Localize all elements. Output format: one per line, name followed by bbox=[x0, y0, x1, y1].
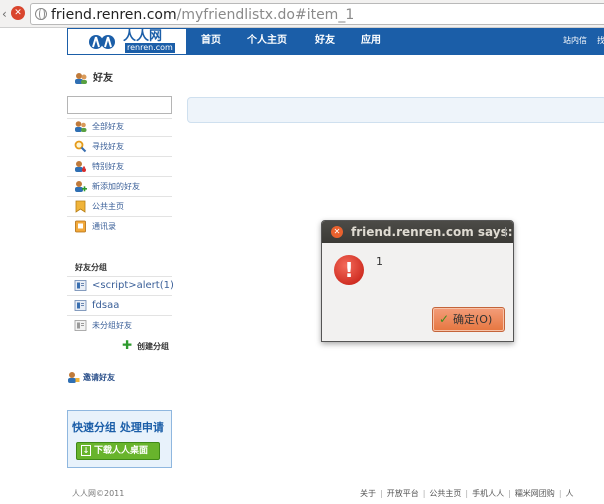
divider bbox=[67, 156, 172, 157]
divider bbox=[67, 196, 172, 197]
desktop-promo-box: 快速分组 处理申请 ↓ 下载人人桌面 bbox=[67, 410, 172, 468]
footer-link-about[interactable]: 关于 bbox=[360, 489, 376, 498]
group-label: fdsaa bbox=[92, 300, 120, 311]
divider bbox=[67, 118, 172, 119]
footer-link-nuomi[interactable]: 糯米网团购 bbox=[515, 489, 555, 498]
renren-logo-icon bbox=[89, 35, 115, 49]
invite-icon bbox=[68, 372, 80, 383]
group-icon bbox=[74, 280, 87, 291]
divider bbox=[67, 136, 172, 137]
url-text: friend.renren.com/myfriendlistx.do#item_… bbox=[51, 6, 354, 24]
dialog-title: friend.renren.com says: bbox=[351, 225, 513, 239]
sidebar-item-label: 特别好友 bbox=[92, 162, 124, 171]
sidebar-item-label: 寻找好友 bbox=[92, 142, 124, 151]
checkmark-icon: ✓ bbox=[439, 312, 450, 326]
group-icon bbox=[74, 300, 87, 311]
resize-grip-icon bbox=[500, 227, 506, 237]
create-group-label: 创建分组 bbox=[137, 342, 169, 351]
content-header-bar bbox=[187, 97, 604, 123]
alert-dialog: ✕ friend.renren.com says: ! 1 ✓ 确定(O) bbox=[321, 220, 514, 342]
address-book-icon bbox=[75, 220, 86, 233]
group-label: <script>alert(1) bbox=[92, 280, 174, 291]
promo-title: 快速分组 处理申请 bbox=[72, 421, 164, 434]
url-path: /myfriendlistx.do#item_1 bbox=[176, 7, 355, 23]
divider bbox=[67, 295, 172, 296]
invite-label: 邀请好友 bbox=[83, 373, 115, 382]
footer-link-more[interactable]: 人 bbox=[566, 489, 574, 498]
divider bbox=[67, 276, 172, 277]
sidebar-item-label: 新添加的好友 bbox=[92, 182, 140, 191]
sidebar-item-label: 通讯录 bbox=[92, 222, 116, 231]
search-icon bbox=[74, 140, 87, 153]
logo-name: 人人网 bbox=[123, 29, 163, 44]
renren-logo[interactable]: 人人网 renren.com bbox=[67, 28, 187, 55]
nav-apps[interactable]: 应用 bbox=[361, 34, 381, 48]
url-host: friend.renren.com bbox=[51, 7, 177, 23]
friends-icon bbox=[75, 73, 87, 84]
nav-profile[interactable]: 个人主页 bbox=[247, 34, 287, 48]
close-icon[interactable]: ✕ bbox=[331, 226, 343, 238]
new-friend-icon bbox=[75, 181, 87, 192]
nav-messages[interactable]: 站内信 bbox=[563, 35, 587, 47]
globe-icon bbox=[35, 8, 47, 20]
footer-link-open-platform[interactable]: 开放平台 bbox=[387, 489, 419, 498]
logo-domain: renren.com bbox=[125, 43, 175, 53]
top-navigation: 人人网 renren.com 首页 个人主页 好友 应用 站内信 找 bbox=[67, 28, 604, 55]
browser-url-bar: ‹ ✕ friend.renren.com/myfriendlistx.do#i… bbox=[0, 0, 604, 28]
footer-links: 关于 | 开放平台 | 公共主页 | 手机人人 | 糯米网团购 | 人 bbox=[360, 488, 604, 500]
stop-icon[interactable]: ✕ bbox=[11, 6, 25, 20]
group-section-title: 好友分组 bbox=[75, 263, 107, 272]
footer-separator: | bbox=[508, 489, 511, 498]
dialog-message: 1 bbox=[376, 255, 383, 268]
dialog-titlebar: ✕ friend.renren.com says: bbox=[322, 221, 513, 243]
footer-separator: | bbox=[558, 489, 562, 498]
sidebar-title: 好友 bbox=[93, 73, 113, 84]
ok-label: 确定(O) bbox=[453, 313, 493, 326]
plus-icon: ✚ bbox=[122, 338, 133, 352]
nav-search[interactable]: 找 bbox=[597, 35, 604, 47]
divider bbox=[67, 216, 172, 217]
footer-separator: | bbox=[422, 489, 426, 498]
divider bbox=[67, 315, 172, 316]
footer-link-mobile[interactable]: 手机人人 bbox=[472, 489, 504, 498]
error-icon: ! bbox=[334, 255, 364, 285]
special-friend-icon bbox=[75, 161, 86, 172]
bookmark-icon bbox=[75, 200, 86, 213]
sidebar-item-label: 公共主页 bbox=[92, 202, 124, 211]
divider bbox=[67, 176, 172, 177]
nav-friends[interactable]: 好友 bbox=[315, 34, 335, 48]
download-label: 下载人人桌面 bbox=[94, 446, 149, 456]
footer-link-public-pages[interactable]: 公共主页 bbox=[429, 489, 461, 498]
group-icon bbox=[74, 320, 87, 331]
footer-separator: | bbox=[380, 489, 383, 498]
group-label: 未分组好友 bbox=[92, 321, 132, 330]
address-field[interactable]: friend.renren.com/myfriendlistx.do#item_… bbox=[30, 3, 604, 25]
ok-button[interactable]: ✓ 确定(O) bbox=[432, 307, 505, 332]
sidebar-item-label: 全部好友 bbox=[92, 122, 124, 131]
friend-search-input[interactable] bbox=[67, 96, 172, 114]
friends-icon bbox=[75, 121, 87, 132]
footer-copyright: 人人网©2011 bbox=[72, 489, 125, 498]
footer-separator: | bbox=[465, 489, 469, 498]
download-desktop-button[interactable]: ↓ 下载人人桌面 bbox=[76, 442, 160, 460]
download-icon: ↓ bbox=[81, 445, 91, 456]
nav-home[interactable]: 首页 bbox=[201, 34, 221, 48]
